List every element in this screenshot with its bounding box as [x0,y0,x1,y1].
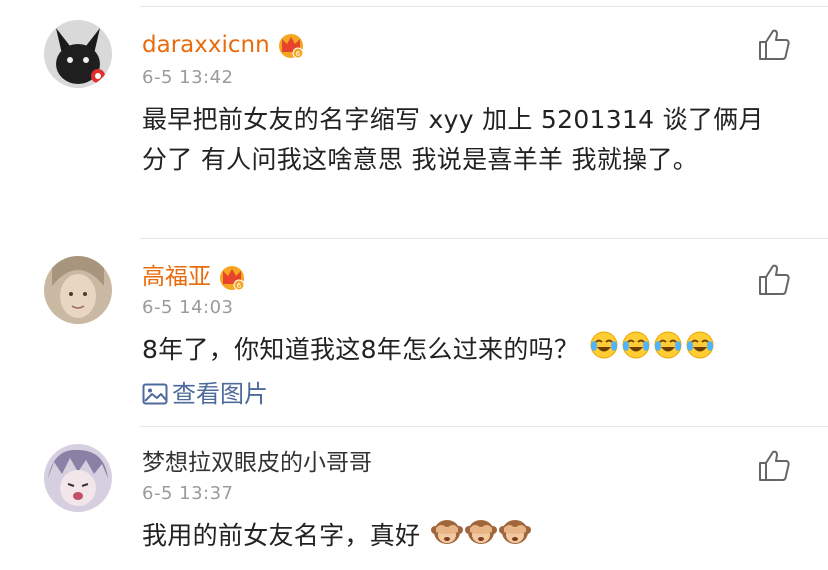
comment-text-body: 8年了，你知道我这8年怎么过来的吗？ [142,335,580,364]
avatar[interactable] [44,256,112,324]
timestamp: 6-5 13:42 [142,67,234,88]
crown-icon: 6 [220,266,245,291]
vip-level: 6 [237,282,242,290]
laugh-cry-emoji [621,330,651,372]
avatar-image [44,256,112,324]
comment-text-body: 我用的前女友名字，真好 [142,521,421,550]
like-button[interactable] [756,262,792,298]
username[interactable]: daraxxicnn 6 [142,30,306,60]
laugh-cry-emoji [685,330,715,372]
comment-text: 8年了，你知道我这8年怎么过来的吗？ [142,330,715,372]
see-no-evil-monkey-emoji [430,516,463,558]
username[interactable]: 梦想拉双眼皮的小哥哥 [142,448,372,478]
divider [140,6,828,7]
view-picture-label[interactable]: 查看图片 [172,378,268,410]
avatar[interactable] [44,20,112,88]
divider [140,238,828,239]
like-button[interactable] [756,27,792,63]
see-no-evil-monkey-emoji [464,516,497,558]
comment-text: 我用的前女友名字，真好 [142,516,531,558]
timestamp: 6-5 13:37 [142,483,234,504]
avatar[interactable] [44,444,112,512]
thumbs-up-outline-icon [759,264,790,295]
avatar-image [44,444,112,512]
comment-text: 最早把前女友的名字缩写 xyy 加上 5201314 谈了俩月分了 有人问我这啥… [142,105,764,174]
crown-icon: 6 [278,34,304,59]
divider [140,426,828,427]
username[interactable]: 高福亚 6 [142,262,247,292]
username-text[interactable]: 梦想拉双眼皮的小哥哥 [142,448,372,478]
thumbs-up-outline-icon [759,29,790,60]
like-button[interactable] [756,448,792,484]
username-text[interactable]: daraxxicnn [142,30,270,60]
timestamp: 6-5 14:03 [142,297,234,318]
laugh-cry-emoji [589,330,619,372]
image-icon [142,383,168,405]
laugh-cry-emoji [653,330,683,372]
vip-level: 6 [295,50,300,58]
avatar-image [44,20,112,88]
thumbs-up-outline-icon [759,450,790,481]
username-text[interactable]: 高福亚 [142,262,211,292]
see-no-evil-monkey-emoji [498,516,531,558]
view-picture-link[interactable]: 查看图片 [142,378,268,410]
